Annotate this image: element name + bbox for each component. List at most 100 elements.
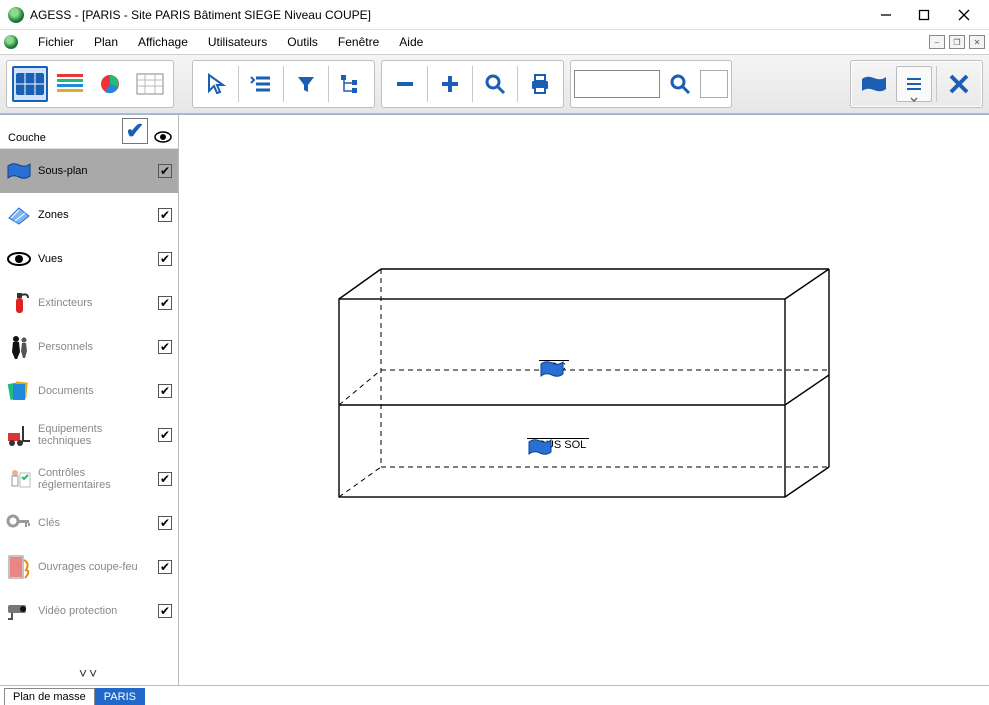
- layer-label: Sous-plan: [38, 165, 152, 177]
- layer-row-zones[interactable]: Zones ✔: [0, 193, 178, 237]
- layer-label: Vues: [38, 253, 152, 265]
- layer-visibility-checkbox[interactable]: ✔: [158, 384, 172, 398]
- cursor-icon: [206, 73, 226, 95]
- layer-row-ouvrages[interactable]: Ouvrages coupe-feu ✔: [0, 545, 178, 589]
- layer-visibility-checkbox[interactable]: ✔: [158, 604, 172, 618]
- menu-fichier[interactable]: Fichier: [28, 32, 84, 52]
- tab-plan-de-masse[interactable]: Plan de masse: [4, 688, 95, 705]
- plan-map-button[interactable]: [856, 66, 892, 102]
- forklift-icon: [6, 422, 32, 448]
- window-close-button[interactable]: [943, 1, 985, 29]
- filter-button[interactable]: [288, 66, 324, 102]
- menu-utilisateurs[interactable]: Utilisateurs: [198, 32, 277, 52]
- window-titlebar: AGESS - [PARIS - Site PARIS Bâtiment SIE…: [0, 0, 989, 30]
- map-flag-icon: [539, 359, 565, 381]
- list-color-icon: [55, 72, 85, 96]
- floor-marker-sous-sol[interactable]: SOUS SOL: [527, 437, 589, 451]
- inspection-icon: [6, 466, 32, 492]
- funnel-icon: [296, 74, 316, 94]
- minus-icon: [394, 73, 416, 95]
- layer-visibility-checkbox[interactable]: ✔: [158, 560, 172, 574]
- plan-canvas[interactable]: RDC SOUS SOL: [179, 115, 989, 685]
- pie-chart-icon: [95, 72, 125, 96]
- pointer-button[interactable]: [198, 66, 234, 102]
- print-button[interactable]: [522, 66, 558, 102]
- layer-panel-header: Couche ✔: [0, 115, 178, 149]
- notes-button[interactable]: [896, 66, 932, 102]
- menu-outils[interactable]: Outils: [277, 32, 328, 52]
- layer-visibility-checkbox[interactable]: ✔: [158, 428, 172, 442]
- search-input[interactable]: [574, 70, 660, 98]
- chevron-down-icon: [910, 97, 918, 103]
- window-minimize-button[interactable]: [867, 1, 905, 29]
- menu-affichage[interactable]: Affichage: [128, 32, 198, 52]
- map-flag-icon: [527, 437, 553, 459]
- firedoor-icon: [6, 554, 32, 580]
- map-flag-icon: [860, 73, 888, 95]
- mdi-close-button[interactable]: ✕: [969, 35, 985, 49]
- layer-list: Sous-plan ✔ Zones ✔ Vues ✔: [0, 149, 178, 661]
- layer-label: Personnels: [38, 341, 152, 353]
- layer-row-controles[interactable]: Contrôles réglementaires ✔: [0, 457, 178, 501]
- search-icon: [669, 73, 691, 95]
- window-maximize-button[interactable]: [905, 1, 943, 29]
- layer-visibility-checkbox[interactable]: ✔: [158, 252, 172, 266]
- mdi-minimize-button[interactable]: –: [929, 35, 945, 49]
- toolbar-nav-group: [192, 60, 375, 108]
- layer-row-sous-plan[interactable]: Sous-plan ✔: [0, 149, 178, 193]
- floor-marker-rdc[interactable]: RDC: [539, 359, 569, 373]
- document-tabs: Plan de masse PARIS: [0, 685, 989, 705]
- view-list-button[interactable]: [52, 66, 88, 102]
- keys-icon: [6, 510, 32, 536]
- layer-row-extincteurs[interactable]: Extincteurs ✔: [0, 281, 178, 325]
- view-chart-button[interactable]: [92, 66, 128, 102]
- close-icon: [948, 73, 970, 95]
- people-icon: [6, 334, 32, 360]
- zoom-fit-button[interactable]: [477, 66, 513, 102]
- layer-label: Vidéo protection: [38, 605, 152, 617]
- toolbar-right-group: [850, 60, 983, 108]
- layer-visibility-checkbox[interactable]: ✔: [158, 472, 172, 486]
- subplan-icon: [6, 158, 32, 184]
- tab-paris[interactable]: PARIS: [95, 688, 145, 705]
- search-aux-button[interactable]: [700, 70, 728, 98]
- layer-row-equipements[interactable]: Equipements techniques ✔: [0, 413, 178, 457]
- mdi-restore-button[interactable]: ❐: [949, 35, 965, 49]
- layer-visibility-checkbox[interactable]: ✔: [158, 296, 172, 310]
- layers-list-button[interactable]: [243, 66, 279, 102]
- building-section-drawing: [179, 115, 989, 666]
- menu-aide[interactable]: Aide: [389, 32, 433, 52]
- toolbar-view-group: [6, 60, 174, 108]
- layer-row-cles[interactable]: Clés ✔: [0, 501, 178, 545]
- plus-icon: [439, 73, 461, 95]
- tab-label: Plan de masse: [13, 691, 86, 703]
- layer-label: Clés: [38, 517, 152, 529]
- tree-button[interactable]: [333, 66, 369, 102]
- layer-label: Documents: [38, 385, 152, 397]
- layer-visibility-checkbox[interactable]: ✔: [158, 516, 172, 530]
- zoom-in-button[interactable]: [432, 66, 468, 102]
- printer-icon: [528, 73, 552, 95]
- layer-row-personnels[interactable]: Personnels ✔: [0, 325, 178, 369]
- toolbar-search-group: [570, 60, 732, 108]
- layer-visibility-checkbox[interactable]: ✔: [158, 208, 172, 222]
- blueprint-icon: [15, 72, 45, 96]
- layer-row-vues[interactable]: Vues ✔: [0, 237, 178, 281]
- layer-visibility-checkbox[interactable]: ✔: [158, 340, 172, 354]
- toolbar: [0, 54, 989, 114]
- toggle-all-layers-checkbox[interactable]: ✔: [122, 118, 148, 144]
- menu-plan[interactable]: Plan: [84, 32, 128, 52]
- search-button[interactable]: [662, 66, 698, 102]
- close-view-button[interactable]: [941, 66, 977, 102]
- view-plan-button[interactable]: [12, 66, 48, 102]
- menu-fenetre[interactable]: Fenêtre: [328, 32, 389, 52]
- layer-visibility-checkbox[interactable]: ✔: [158, 164, 172, 178]
- zoom-out-button[interactable]: [387, 66, 423, 102]
- layer-row-video[interactable]: Vidéo protection ✔: [0, 589, 178, 633]
- magnifier-icon: [484, 73, 506, 95]
- layer-row-documents[interactable]: Documents ✔: [0, 369, 178, 413]
- toolbar-zoom-group: [381, 60, 564, 108]
- indent-lines-icon: [250, 74, 272, 94]
- view-grid-button[interactable]: [132, 66, 168, 102]
- layer-panel-overflow-button[interactable]: ˅˅: [0, 661, 178, 685]
